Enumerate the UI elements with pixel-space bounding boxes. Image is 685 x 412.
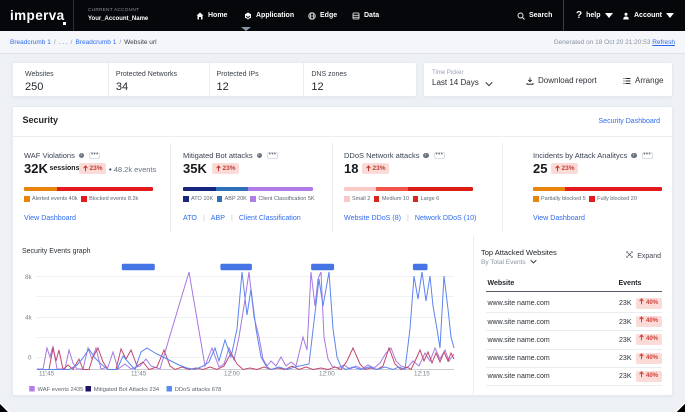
svg-text:0: 0 [28, 355, 32, 362]
svg-text:8k: 8k [25, 274, 33, 281]
svg-text:12:00: 12:00 [224, 371, 240, 378]
svg-text:11:45: 11:45 [131, 371, 147, 378]
svg-text:Mitigated Bot Attacks 234: Mitigated Bot Attacks 234 [94, 387, 160, 393]
svg-text:DDoS attacks 678: DDoS attacks 678 [175, 387, 222, 393]
svg-text:12:00: 12:00 [319, 371, 335, 378]
svg-text:4k: 4k [25, 315, 33, 322]
svg-text:WAF events 2435: WAF events 2435 [38, 387, 84, 393]
svg-text:11:45: 11:45 [39, 371, 55, 378]
svg-text:12:15: 12:15 [414, 371, 430, 378]
